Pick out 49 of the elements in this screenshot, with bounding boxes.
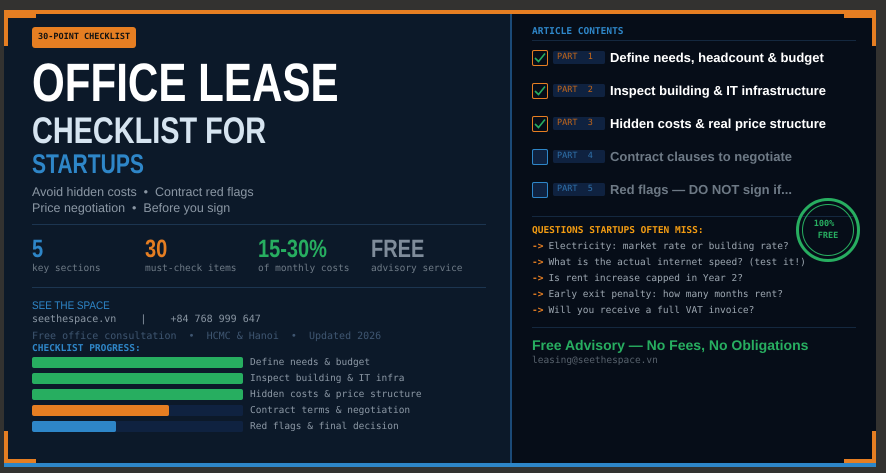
stat-label: of monthly costs [258,262,351,275]
stat-value: 30 [145,234,168,263]
progress-label: Define needs & budget [250,356,370,368]
brand-name: SEE THE SPACE [32,300,110,313]
part-tag: PART 4 [553,150,605,163]
stat-value: 5 [32,234,44,263]
arrow-icon: -> [532,240,544,254]
part-tag: PART 2 [553,84,605,97]
arrow-icon: -> [532,288,544,302]
question: Is rent increase capped in Year 2? [548,272,743,286]
stamp-text: 100% [814,218,834,230]
section-title: Define needs, headcount & budget [610,48,824,67]
progress-label: Red flags & final decision [250,420,399,432]
section-title: Inspect building & IT infrastructure [610,82,826,100]
arrow-icon: -> [532,304,544,318]
badge: 30-POINT CHECKLIST [32,27,136,48]
section-title: Contract clauses to negotiate [610,148,792,166]
tagline: Price negotiation • Before you sign [32,200,232,216]
progress-label: Contract terms & negotiation [250,404,410,416]
section-heading: ARTICLE CONTENTS [532,26,625,38]
progress-label: Hidden costs & price structure [250,388,422,400]
subtitle: STARTUPS [32,150,144,178]
stat-label: advisory service [371,262,464,275]
stat-value: FREE [371,234,424,263]
arrow-icon: -> [532,256,544,270]
section-title: Red flags — DO NOT sign if... [610,180,792,199]
progress-label: Inspect building & IT infra [250,372,404,384]
stat-label: key sections [32,262,102,275]
part-tag: PART 1 [553,51,605,64]
tagline: Avoid hidden costs • Contract red flags [32,184,255,200]
section-heading: CHECKLIST PROGRESS: [32,342,142,355]
part-tag: PART 3 [553,117,605,130]
arrow-icon: -> [532,272,544,286]
section-heading: QUESTIONS STARTUPS OFTEN MISS: [532,225,704,237]
question: Will you receive a full VAT invoice? [548,304,754,318]
section-title: Hidden costs & real price structure [610,114,826,133]
title: OFFICE LEASE [32,56,339,110]
subtitle: CHECKLIST FOR [32,112,266,150]
question: Early exit penalty: how many months rent? [548,288,783,302]
stat-value: 15-30% [258,234,327,263]
question: What is the actual internet speed? (test it!) [548,256,806,270]
email: leasing@seethespace.vn [532,354,659,368]
stat-label: must-check items [145,262,238,275]
stamp-text: FREE [818,230,838,242]
part-tag: PART 5 [553,183,605,196]
headline: Free Advisory — No Fees, No Obligations [532,336,810,354]
question: Electricity: market rate or building rate? [548,240,789,254]
note: Free office consultation • HCMC & Hanoi • Updated 2026 [32,330,382,343]
contact-info: seethespace.vn | +84 768 999 647 [32,312,262,327]
